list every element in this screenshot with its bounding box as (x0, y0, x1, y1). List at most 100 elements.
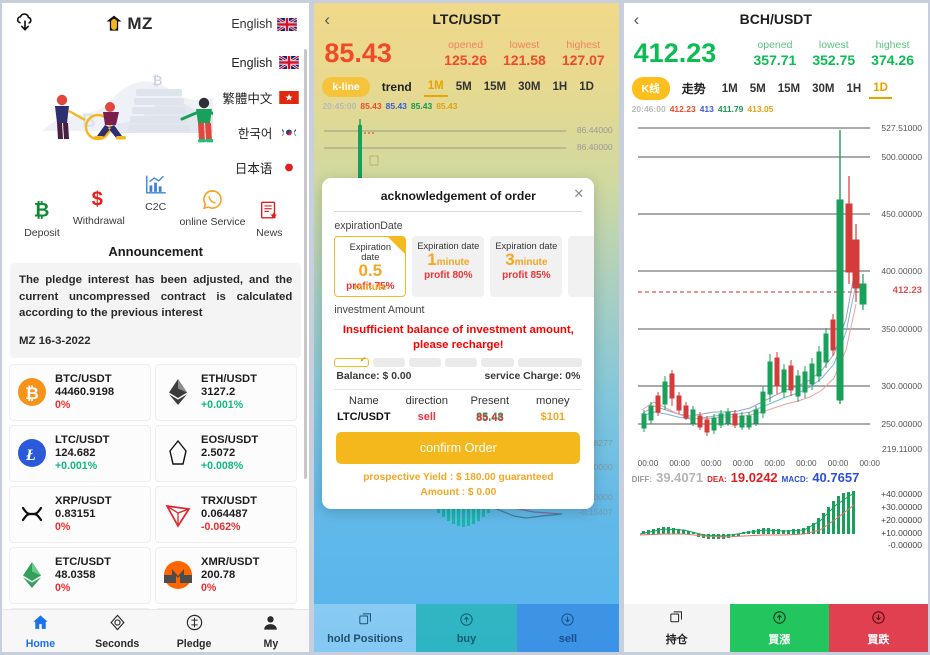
chevron-left-icon[interactable]: ‹ (324, 11, 330, 28)
amount-chip[interactable] (372, 357, 405, 367)
language-option-label: 日本语 (234, 162, 273, 176)
trading-header: ‹ BCH/USDT (624, 3, 928, 35)
buy-up-icon (771, 609, 788, 629)
expiration-option-0.5[interactable]: Expiration date 0.5 minute profit 75% (334, 236, 420, 297)
amount-chip[interactable] (517, 357, 583, 367)
order-confirmation-modal: ✕ acknowledgement of order expirationDat… (322, 178, 595, 510)
price-axis-label: 527.51000 (881, 123, 922, 133)
timeframe-5m[interactable]: 5M (746, 80, 770, 98)
tab-home[interactable]: Home (2, 610, 79, 652)
language-option-japanese[interactable]: 日本语 (213, 150, 300, 185)
amount-chip[interactable] (334, 355, 369, 367)
news-document-icon (258, 195, 280, 225)
timeframe-1d[interactable]: 1D (575, 78, 598, 96)
order-direction: sell (417, 410, 436, 423)
timeframe-5m[interactable]: 5M (452, 78, 476, 96)
coin-row[interactable]: Ł LTC/USDT 124.682 +0.001% (9, 424, 151, 482)
quick-nav-online-service[interactable]: online Service (180, 184, 245, 228)
coin-row[interactable]: EOS/USDT 2.5072 +0.008% (155, 424, 297, 482)
tab-trend[interactable]: 走势 (674, 80, 714, 97)
time-tick: 00:00 (732, 459, 754, 468)
macd-macd-key: MACD: (781, 475, 809, 484)
timeframe-1h[interactable]: 1H (842, 80, 865, 98)
ohlc-low: 411.79 (717, 104, 744, 114)
buy-button[interactable]: buy (415, 604, 518, 652)
coin-pair: BTC/USDT (55, 373, 112, 386)
quick-nav-news[interactable]: News (241, 195, 297, 239)
xmr-icon (163, 560, 193, 590)
ohlc-time: 20:46:00 (631, 104, 666, 114)
timeframe-15m[interactable]: 15M (774, 80, 804, 98)
svg-text:$: $ (91, 188, 102, 210)
expiration-option-partial[interactable]: E (568, 236, 595, 297)
hold-positions-button[interactable]: 持仓 (623, 604, 730, 652)
coin-row[interactable]: XRP/USDT 0.83151 0% (9, 485, 151, 543)
bch-price-chart[interactable]: 527.51000 500.00000 450.00000 400.00000 … (624, 114, 928, 468)
timeframe-1h[interactable]: 1H (548, 78, 571, 96)
price-summary: 412.23 opened 357.71 lowest 352.75 highe… (624, 35, 928, 70)
language-dropdown[interactable]: English 繁體中文 한국어 日本语 (213, 45, 300, 185)
amount-chip[interactable] (481, 357, 514, 367)
coin-row[interactable]: ₿ BTC/USDT 44460.9198 0% (9, 363, 151, 421)
bch-macd-chart[interactable]: +40.00000 +30.00000 +20.00000 +10.00000 … (624, 485, 928, 569)
stat-opened: opened 125.26 (444, 39, 487, 68)
language-option-chinese[interactable]: 繁體中文 (213, 80, 300, 115)
quick-nav-withdrawal[interactable]: $ Withdrawal (71, 183, 127, 227)
column-header-direction: direction (405, 394, 448, 407)
tab-my[interactable]: My (232, 610, 309, 652)
buy-down-button[interactable]: 買跌 (828, 604, 928, 652)
buy-up-button[interactable]: 買漲 (729, 604, 829, 652)
coin-row[interactable]: ETH/USDT 3127.2 +0.001% (155, 363, 297, 421)
hold-positions-button[interactable]: hold Positions (314, 604, 416, 652)
tab-pledge[interactable]: Pledge (156, 610, 233, 652)
announcement-box[interactable]: The pledge interest has been adjusted, a… (10, 263, 302, 358)
expiration-option-1[interactable]: Expiration date 1minute profit 80% (412, 236, 485, 297)
sell-down-icon (870, 609, 887, 629)
eth-icon (163, 377, 193, 407)
check-icon (388, 237, 420, 254)
close-icon[interactable]: ✕ (573, 186, 584, 202)
language-selector[interactable]: English (231, 16, 298, 32)
timeframe-1d[interactable]: 1D (869, 79, 892, 99)
price-axis-label: 400.00000 (881, 266, 922, 276)
quick-nav-label: Withdrawal (72, 215, 125, 227)
amount-chip[interactable] (408, 357, 442, 367)
language-option-english[interactable]: English (213, 45, 300, 80)
brand-logo: MZ (26, 14, 231, 34)
macd-dea-key: DEA: (707, 475, 727, 484)
timeframe-30m[interactable]: 30M (514, 78, 544, 96)
ohlc-low: 85.43 (410, 101, 433, 111)
quick-nav-c2c[interactable]: C2C (128, 169, 184, 213)
tab-kline[interactable]: k-line (322, 77, 370, 97)
flag-jp-icon (279, 161, 300, 174)
coin-row[interactable]: XMR/USDT 200.78 0% (155, 546, 297, 604)
chevron-left-icon[interactable]: ‹ (634, 11, 640, 28)
seconds-icon (108, 613, 127, 637)
confirm-order-button[interactable]: confirm Order (336, 431, 581, 464)
quick-nav-deposit[interactable]: ₿ Deposit (14, 195, 70, 239)
prospective-yield-line2: Amount : $ 0.00 (420, 486, 497, 498)
coin-row[interactable]: ETC/USDT 48.0358 0% (9, 546, 151, 604)
quick-nav-label: News (256, 227, 283, 239)
expiration-option-3[interactable]: Expiration date 3minute profit 85% (490, 236, 563, 297)
tab-seconds[interactable]: Seconds (79, 610, 156, 652)
home-icon (31, 613, 50, 637)
timeframe-1m[interactable]: 1M (423, 77, 448, 97)
brand-name: MZ (127, 14, 153, 33)
timeframe-1m[interactable]: 1M (718, 80, 742, 98)
timeframe-30m[interactable]: 30M (808, 80, 838, 98)
column-header-present: Present (470, 394, 510, 407)
amount-chip[interactable] (445, 357, 478, 367)
tab-kline[interactable]: K线 (631, 77, 670, 100)
scrollbar[interactable] (304, 49, 308, 479)
coin-row[interactable]: TRX/USDT 0.064487 -0.062% (155, 485, 297, 543)
ohlc-high: 85.43 (385, 101, 407, 111)
balance-label: Balance: $ 0.00 (336, 370, 412, 382)
tab-trend[interactable]: trend (374, 80, 420, 94)
language-option-korean[interactable]: 한국어 (213, 115, 300, 150)
pledge-icon (185, 613, 204, 637)
timeframe-15m[interactable]: 15M (480, 78, 510, 96)
sell-button[interactable]: sell (517, 604, 619, 652)
language-option-label: English (231, 55, 273, 70)
coin-change: +0.001% (201, 399, 244, 412)
